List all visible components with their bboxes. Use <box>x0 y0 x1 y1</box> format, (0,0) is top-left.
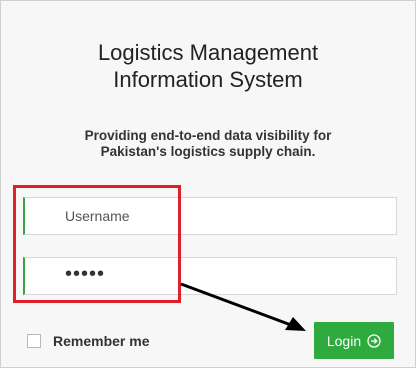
arrow-circle-right-icon <box>367 333 381 348</box>
login-button[interactable]: Login <box>314 322 394 359</box>
login-button-label: Login <box>326 332 362 349</box>
remember-me-checkbox[interactable] <box>27 334 41 348</box>
login-panel: Logistics Management Information System … <box>0 0 416 368</box>
remember-me-option[interactable]: Remember me <box>27 333 150 349</box>
remember-me-label: Remember me <box>53 333 150 349</box>
annotation-arrow <box>180 282 306 331</box>
